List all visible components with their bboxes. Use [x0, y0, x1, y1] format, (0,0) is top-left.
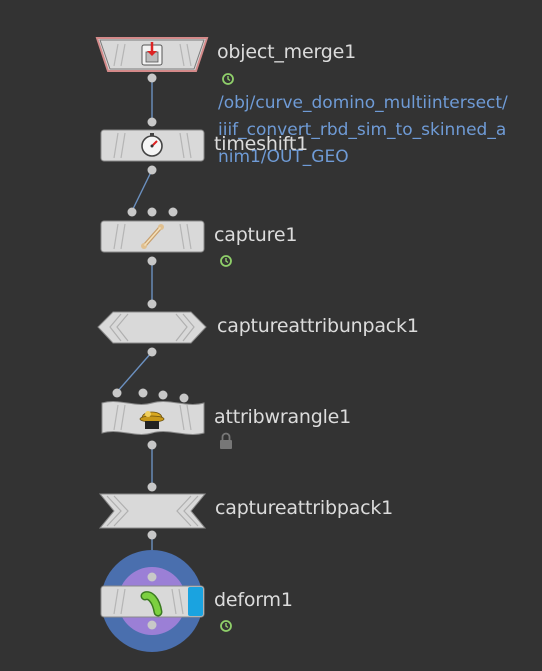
input-connector-3[interactable]: [168, 207, 178, 217]
input-connector-4[interactable]: [179, 393, 189, 403]
node-attribwrangle1[interactable]: [101, 388, 205, 450]
node-captureattribpack1[interactable]: [98, 482, 207, 540]
output-connector[interactable]: [147, 73, 157, 83]
time-dependent-icon: [222, 73, 234, 85]
lock-icon: [220, 432, 232, 449]
node-label-object-merge1[interactable]: object_merge1: [217, 41, 356, 63]
node-captureattribunpack1[interactable]: [97, 299, 207, 357]
node-object-merge1[interactable]: [95, 37, 209, 83]
input-connector[interactable]: [147, 482, 157, 492]
output-connector[interactable]: [147, 530, 157, 540]
object-merge-path-line-1: /obj/curve_domino_multiintersect/: [218, 93, 508, 113]
input-connector[interactable]: [147, 299, 157, 309]
display-flag[interactable]: [188, 587, 203, 616]
node-label-captureattribpack1[interactable]: captureattribpack1: [215, 497, 393, 519]
node-label-capture1[interactable]: capture1: [214, 224, 297, 246]
output-connector[interactable]: [147, 440, 157, 450]
node-deform1[interactable]: [100, 550, 205, 652]
object-merge-icon: [141, 42, 163, 66]
node-timeshift1[interactable]: [100, 117, 205, 175]
node-label-attribwrangle1[interactable]: attribwrangle1: [214, 406, 351, 428]
output-connector[interactable]: [147, 256, 157, 266]
input-connector[interactable]: [147, 572, 157, 582]
wire-unpack-wrangle[interactable]: [116, 351, 153, 393]
input-connector-1[interactable]: [112, 388, 122, 398]
time-dependent-icon: [220, 255, 232, 267]
output-connector[interactable]: [147, 165, 157, 175]
input-connector-3[interactable]: [158, 390, 168, 400]
node-label-timeshift1[interactable]: timeshift1: [214, 133, 308, 155]
node-label-deform1[interactable]: deform1: [214, 589, 293, 611]
time-dependent-icon: [220, 620, 232, 632]
input-connector-2[interactable]: [147, 207, 157, 217]
wire-timeshift-capture[interactable]: [131, 169, 153, 212]
input-connector[interactable]: [147, 117, 157, 127]
node-label-captureattribunpack1[interactable]: captureattribunpack1: [217, 315, 419, 337]
node-capture1[interactable]: [100, 207, 205, 266]
input-connector-2[interactable]: [138, 388, 148, 398]
input-connector-1[interactable]: [127, 207, 137, 217]
output-connector[interactable]: [147, 347, 157, 357]
output-connector[interactable]: [147, 620, 157, 630]
